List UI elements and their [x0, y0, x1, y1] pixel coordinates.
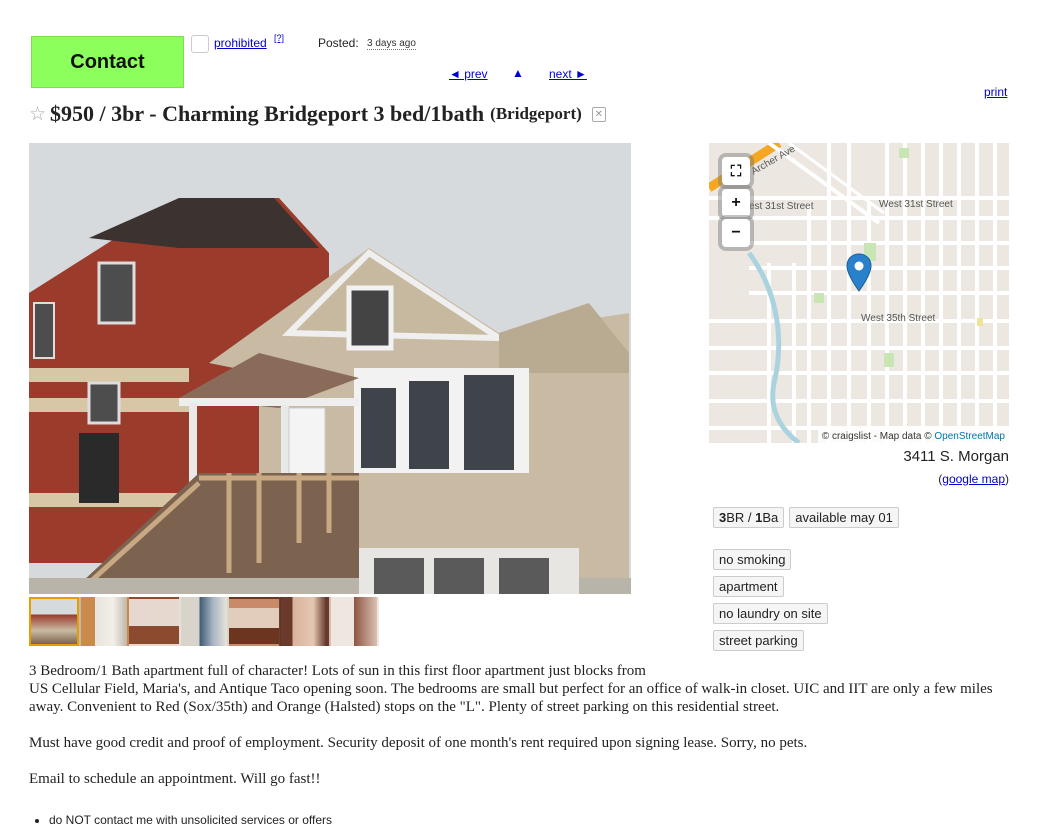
photo-thumbnail[interactable]: [29, 597, 79, 646]
body-paragraph: Must have good credit and proof of emplo…: [29, 735, 808, 751]
map-attribution-text: © craigslist - Map data ©: [821, 431, 932, 442]
map-address: 3411 S. Morgan: [903, 448, 1009, 465]
attribute-tag: no laundry on site: [713, 603, 828, 624]
attribute-tags: no smoking apartment no laundry on site …: [713, 549, 828, 651]
photo-thumbnail[interactable]: [79, 597, 129, 646]
contact-button[interactable]: Contact: [31, 36, 184, 88]
thumbnail-strip: [29, 597, 379, 646]
ba-suffix: Ba: [762, 510, 779, 525]
attribute-tag: apartment: [713, 576, 784, 597]
google-map-link[interactable]: google map: [942, 472, 1005, 486]
body-line: 3 Bedroom/1 Bath apartment full of chara…: [29, 663, 646, 679]
photo-thumbnail[interactable]: [279, 597, 329, 646]
up-link[interactable]: ▲: [512, 66, 524, 80]
prohibited-link[interactable]: prohibited: [214, 36, 267, 50]
map-street-label: West 35th Street: [861, 313, 936, 324]
attribute-tag: street parking: [713, 630, 804, 651]
star-icon[interactable]: ☆: [29, 105, 46, 124]
location-map[interactable]: Archer Ave est 31st Street West 31st Str…: [709, 143, 1009, 443]
posting-body: 3 Bedroom/1 Bath apartment full of chara…: [29, 662, 1004, 788]
map-marker-icon[interactable]: [846, 253, 872, 293]
next-link[interactable]: next ►: [549, 67, 587, 81]
posted-label: Posted:: [318, 36, 359, 50]
title-text: $950 / 3br - Charming Bridgeport 3 bed/1…: [50, 101, 485, 126]
photo-thumbnail[interactable]: [129, 597, 179, 646]
google-map-wrapper: (google map): [938, 472, 1009, 486]
photo-thumbnail[interactable]: [329, 597, 379, 646]
notice-item: do NOT contact me with unsolicited servi…: [49, 813, 332, 827]
bed-bath-attribute: 3BR / 1Ba: [713, 507, 785, 528]
prohibited-help-link[interactable]: [?]: [274, 33, 284, 43]
attribute-row-primary: 3BR / 1Ba available may 01: [713, 507, 899, 528]
br-suffix: BR /: [726, 510, 756, 525]
openstreetmap-link[interactable]: OpenStreetMap: [934, 431, 1005, 442]
flag-checkbox[interactable]: [191, 35, 209, 53]
posted-date: 3 days ago: [367, 38, 416, 50]
posting-title: ☆ $950 / 3br - Charming Bridgeport 3 bed…: [29, 101, 606, 127]
main-photo[interactable]: [29, 143, 631, 594]
availability-attribute: available may 01: [789, 507, 899, 528]
photo-thumbnail[interactable]: [229, 597, 279, 646]
hide-icon[interactable]: ✕: [591, 106, 606, 122]
prev-link[interactable]: ◄ prev: [449, 67, 488, 81]
body-paragraph: Email to schedule an appointment. Will g…: [29, 771, 321, 787]
fullscreen-icon[interactable]: ⛶: [722, 157, 750, 185]
notices-list: do NOT contact me with unsolicited servi…: [32, 813, 332, 827]
body-paragraph: US Cellular Field, Maria's, and Antique …: [29, 681, 993, 715]
map-attribution: © craigslist - Map data © OpenStreetMap: [817, 430, 1009, 443]
zoom-out-button[interactable]: −: [722, 219, 750, 247]
photo-thumbnail[interactable]: [179, 597, 229, 646]
print-link[interactable]: print: [984, 85, 1007, 99]
title-neighborhood: (Bridgeport): [490, 104, 582, 123]
map-street-label: est 31st Street: [749, 201, 814, 212]
map-street-label: West 31st Street: [879, 199, 953, 210]
attribute-tag: no smoking: [713, 549, 792, 570]
zoom-in-button[interactable]: +: [722, 189, 750, 217]
